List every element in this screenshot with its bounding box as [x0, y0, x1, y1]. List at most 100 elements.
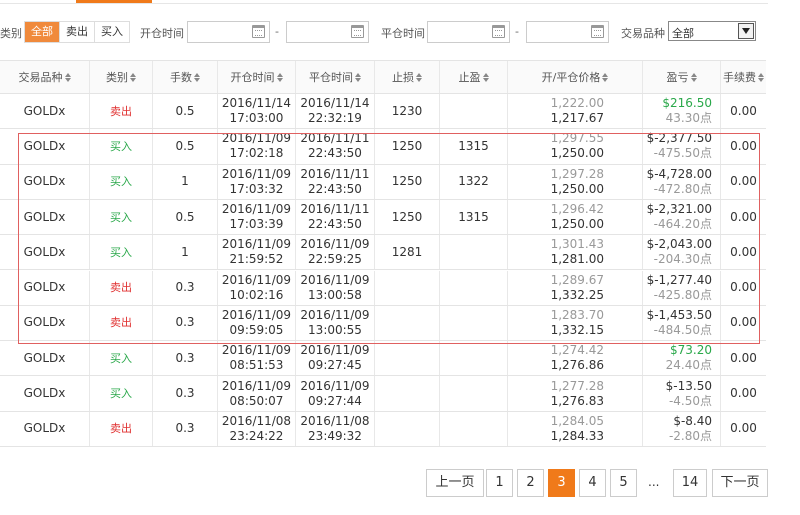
type-all-button[interactable]: 全部	[25, 22, 59, 42]
table-cell: 1281	[375, 235, 440, 270]
table-row[interactable]: GOLDx 卖出 0.3 2016/11/09 10:02:16 2016/11/09 13…	[0, 270, 766, 306]
column-header[interactable]: 类别	[90, 61, 153, 93]
pnl-points: 24.40点	[665, 358, 712, 373]
page-button[interactable]: 4	[579, 469, 606, 497]
column-header[interactable]: 盈亏	[643, 61, 721, 93]
calendar-icon[interactable]	[351, 25, 364, 38]
close-time-end-field[interactable]	[526, 21, 609, 43]
open-date: 2016/11/09	[221, 272, 292, 287]
table-row[interactable]: GOLDx 买入 1 2016/11/09 21:59:52 2016/11/09 22:5…	[0, 235, 766, 271]
table-cell: $-13.50 -4.50点	[643, 376, 721, 411]
lots-cell: 1	[181, 174, 189, 189]
table-row[interactable]: GOLDx 买入 0.5 2016/11/09 17:02:18 2016/11/11 22…	[0, 129, 766, 165]
table-cell: 2016/11/09 09:27:44	[296, 376, 375, 411]
column-header[interactable]: 手数	[153, 61, 218, 93]
column-header[interactable]: 止损	[375, 61, 440, 93]
sort-icon[interactable]	[690, 72, 697, 82]
table-row[interactable]: GOLDx 卖出 0.5 2016/11/14 17:03:00 2016/11/14 22…	[0, 94, 766, 130]
table-cell: 买入	[90, 376, 153, 411]
type-buy-button[interactable]: 买入	[94, 22, 129, 42]
table-row[interactable]: GOLDx 卖出 0.3 2016/11/08 23:24:22 2016/11/08 23…	[0, 411, 766, 447]
lots-cell: 0.3	[175, 280, 195, 295]
type-sell-button[interactable]: 卖出	[59, 22, 94, 42]
table-cell: $-1,277.40 -425.80点	[643, 270, 721, 305]
sort-icon[interactable]	[130, 72, 136, 82]
sort-icon[interactable]	[602, 72, 609, 82]
close-price: 1,250.00	[550, 217, 604, 232]
side-cell: 卖出	[110, 104, 132, 118]
product-cell: GOLDx	[23, 138, 66, 153]
pnl-points: -4.50点	[668, 393, 712, 408]
product-select[interactable]: 全部	[668, 21, 756, 41]
column-header[interactable]: 平仓时间	[296, 61, 375, 93]
side-cell: 买入	[110, 210, 132, 224]
close-date: 2016/11/11	[300, 202, 370, 217]
column-header[interactable]: 交易品种	[0, 61, 90, 93]
column-header[interactable]: 止盈	[440, 61, 508, 93]
sort-icon[interactable]	[482, 72, 489, 82]
page-button-last[interactable]: 14	[673, 469, 707, 497]
table-row[interactable]: GOLDx 卖出 0.3 2016/11/09 09:59:05 2016/11/09 13…	[0, 305, 766, 342]
table-cell: 0.00	[721, 165, 766, 199]
open-time-start-field[interactable]	[187, 21, 270, 43]
open-time-end-field[interactable]	[286, 21, 369, 43]
chevron-down-icon[interactable]	[738, 23, 754, 39]
table-cell: GOLDx	[0, 376, 90, 411]
table-row[interactable]: GOLDx 买入 0.3 2016/11/09 08:50:07 2016/11/09 09…	[0, 376, 766, 412]
open-time: 17:02:18	[229, 146, 284, 161]
open-time: 09:59:05	[229, 322, 284, 337]
table-cell: 卖出	[90, 94, 153, 129]
table-cell: GOLDx	[0, 235, 90, 270]
next-page-button[interactable]: 下一页	[712, 469, 768, 497]
sort-icon[interactable]	[64, 72, 71, 82]
table-row[interactable]: GOLDx 买入 0.5 2016/11/09 17:03:39 2016/11/11 22…	[0, 199, 766, 236]
pnl-amount: $-13.50	[665, 378, 712, 393]
prev-page-button[interactable]: 上一页	[426, 469, 484, 497]
table-cell: 1,222.00 1,217.67	[508, 94, 643, 129]
page-button[interactable]: 5	[610, 469, 637, 497]
column-header[interactable]: 手续费	[721, 61, 766, 93]
sort-icon[interactable]	[416, 72, 422, 82]
column-header-label: 止损	[392, 70, 414, 84]
table-cell: 1,297.28 1,250.00	[508, 164, 643, 199]
table-row[interactable]: GOLDx 买入 0.3 2016/11/09 08:51:53 2016/11/09 09…	[0, 341, 766, 377]
column-header[interactable]: 开仓时间	[218, 61, 296, 93]
table-cell	[375, 270, 440, 305]
table-cell: $-2,321.00 -464.20点	[643, 199, 721, 235]
sort-icon[interactable]	[194, 72, 200, 82]
calendar-icon[interactable]	[591, 25, 604, 38]
table-cell: GOLDx	[0, 341, 90, 376]
table-cell: 买入	[90, 164, 153, 199]
product-cell: GOLDx	[23, 386, 66, 401]
table-cell: 2016/11/09 13:00:58	[296, 270, 375, 305]
sort-icon[interactable]	[758, 72, 764, 82]
table-row[interactable]: GOLDx 买入 1 2016/11/09 17:03:32 2016/11/11 22:4…	[0, 164, 766, 200]
open-date: 2016/11/09	[221, 378, 292, 393]
pnl-points: -484.50点	[653, 322, 712, 337]
table-cell	[440, 341, 508, 376]
page-button[interactable]: 1	[486, 469, 513, 497]
table-cell: GOLDx	[0, 199, 90, 235]
column-header[interactable]: 开/平仓价格	[508, 61, 643, 93]
calendar-icon[interactable]	[252, 25, 265, 38]
take-profit-cell: 1322	[458, 174, 489, 189]
close-time-start-field[interactable]	[427, 21, 510, 43]
table-cell: 0.3	[153, 305, 218, 341]
open-date: 2016/11/09	[221, 202, 292, 217]
product-cell: GOLDx	[23, 315, 66, 330]
page-button-current[interactable]: 3	[548, 469, 575, 497]
column-header-label: 类别	[106, 70, 128, 84]
calendar-icon[interactable]	[492, 25, 505, 38]
open-time: 21:59:52	[229, 252, 284, 267]
open-date: 2016/11/09	[221, 237, 292, 252]
table-cell: GOLDx	[0, 94, 90, 129]
table-cell: 2016/11/11 22:43:50	[296, 164, 375, 199]
sort-icon[interactable]	[355, 72, 361, 82]
table-cell: 2016/11/09 21:59:52	[218, 235, 296, 270]
close-date: 2016/11/09	[300, 343, 370, 358]
type-label: 类别	[0, 27, 22, 40]
sort-icon[interactable]	[276, 72, 283, 82]
table-cell: 0.00	[721, 235, 766, 269]
page-button[interactable]: 2	[517, 469, 544, 497]
column-header-label: 手续费	[723, 70, 756, 84]
